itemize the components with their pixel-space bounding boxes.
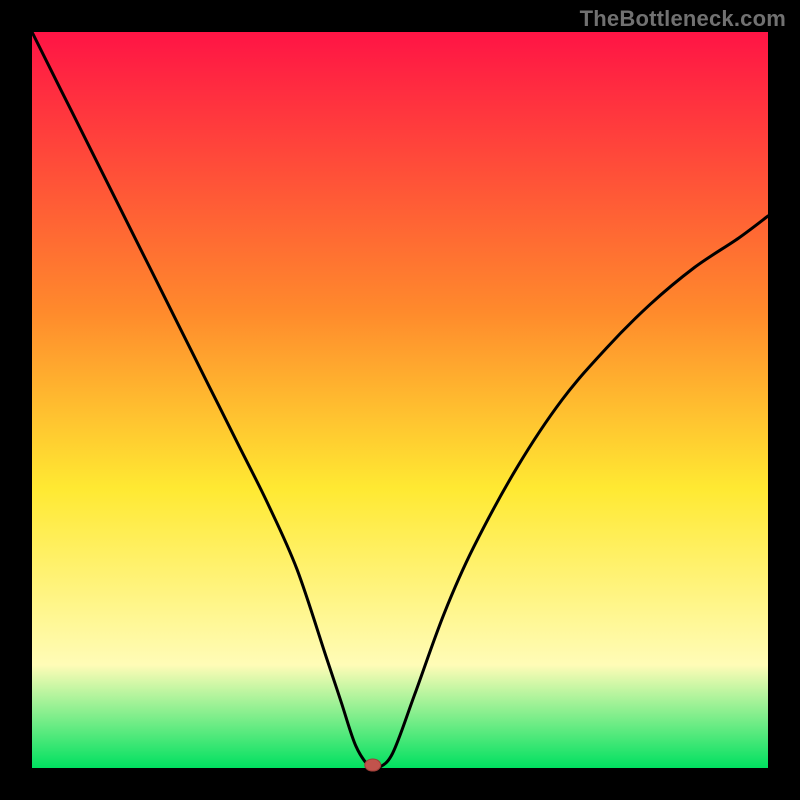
watermark-text: TheBottleneck.com xyxy=(580,6,786,32)
optimum-marker xyxy=(365,759,381,771)
plot-background xyxy=(32,32,768,768)
bottleneck-chart xyxy=(0,0,800,800)
chart-frame: { "watermark": "TheBottleneck.com", "col… xyxy=(0,0,800,800)
